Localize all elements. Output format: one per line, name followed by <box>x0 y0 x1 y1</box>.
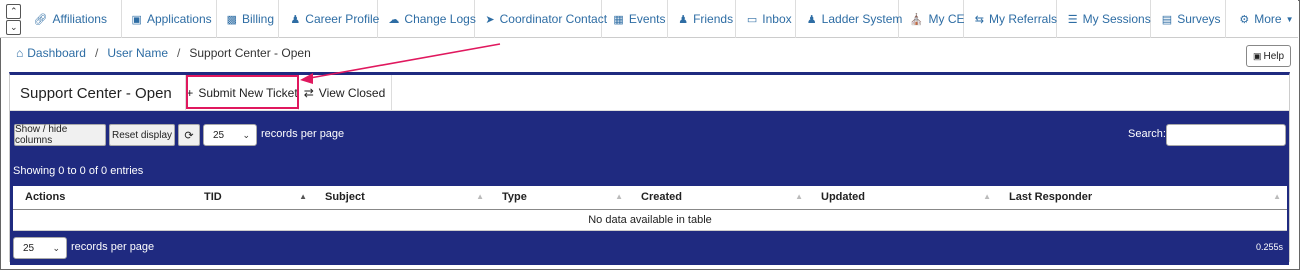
nav-item-coordinator-contact[interactable]: ➤ Coordinator Contact <box>475 0 607 38</box>
sort-icon: ▲ <box>1273 192 1281 201</box>
nav-item-affiliations[interactable]: 🔗︎ Affiliations <box>25 0 122 38</box>
breadcrumb-current: Support Center - Open <box>189 46 311 60</box>
submit-new-ticket-button[interactable]: + Submit New Ticket <box>185 75 299 111</box>
table-container: Show / hide columns Reset display ⟳ 25 ⌄… <box>10 111 1289 265</box>
nav-item-inbox[interactable]: ▭ Inbox <box>736 0 796 38</box>
sort-icon: ▲ <box>983 192 991 201</box>
inbox-icon: ▭ <box>746 13 758 26</box>
reset-display-button[interactable]: Reset display <box>109 124 175 146</box>
help-button[interactable]: ▣ Help <box>1246 45 1291 67</box>
page-size-select[interactable]: 25 ⌄ <box>203 124 257 146</box>
briefcase-icon: ▣ <box>1252 50 1262 61</box>
sort-icon: ▲︎ <box>476 192 484 201</box>
table-header-row: Actions TID ▲ Subject ▲︎ Type ▲ Created ▲ Up… <box>13 186 1287 210</box>
breadcrumb-separator: / <box>94 46 99 60</box>
user-group-icon: ♟ <box>806 13 817 26</box>
cloud-icon: ☁ <box>388 13 400 26</box>
scroll-down-icon[interactable]: ⌄ <box>6 19 22 35</box>
list-icon: ☰ <box>1067 13 1078 26</box>
nav-item-applications[interactable]: ▣ Applications <box>122 0 217 38</box>
entries-info: Showing 0 to 0 of 0 entries <box>13 165 144 177</box>
users-icon: ♟ <box>678 13 689 26</box>
nav-item-my-referrals[interactable]: ⇆ My Referrals <box>964 0 1057 38</box>
search-input[interactable] <box>1166 124 1286 146</box>
shuffle-icon: ⇄ <box>303 86 314 100</box>
user-icon: ♟ <box>290 13 301 26</box>
nav-item-my-sessions[interactable]: ☰ My Sessions <box>1057 0 1151 38</box>
empty-table-message: No data available in table <box>13 209 1287 231</box>
page-size-select-bottom[interactable]: 25 ⌄ <box>13 237 67 259</box>
refresh-button[interactable]: ⟳ <box>178 124 200 146</box>
tickets-table: Actions TID ▲ Subject ▲︎ Type ▲ Created ▲ Up… <box>13 186 1287 231</box>
table-row: No data available in table <box>13 209 1287 231</box>
panel-header: Support Center - Open + Submit New Ticke… <box>10 75 1289 111</box>
chevron-down-icon: ⌄ <box>52 243 60 253</box>
bank-icon: ⛪ <box>909 13 924 26</box>
breadcrumb-separator: / <box>177 46 181 60</box>
gear-icon: ⚙ <box>1239 13 1250 26</box>
nav-item-my-ce[interactable]: ⛪ My CE <box>899 0 965 38</box>
plus-icon: + <box>186 86 194 100</box>
nav-item-ladder-system[interactable]: ♟ Ladder System <box>796 0 902 38</box>
scroll-up-icon[interactable]: ⌃ <box>6 3 22 19</box>
retweet-icon: ⇆ <box>974 13 985 26</box>
chevron-down-icon: ⌄ <box>242 130 250 140</box>
refresh-icon: ⟳ <box>184 129 194 142</box>
column-header-actions: Actions <box>13 186 192 210</box>
support-panel: Support Center - Open + Submit New Ticke… <box>9 72 1290 265</box>
load-time: 0.255s <box>1255 242 1283 252</box>
nav-item-career-profile[interactable]: ♟ Career Profile <box>279 0 379 38</box>
money-icon: ▩ <box>226 13 238 26</box>
page-title: Support Center - Open <box>20 85 172 102</box>
column-header-last-responder[interactable]: Last Responder ▲ <box>997 186 1287 210</box>
list-alt-icon: ▤ <box>1161 13 1173 26</box>
column-header-tid[interactable]: TID ▲ <box>192 186 313 210</box>
column-header-type[interactable]: Type ▲ <box>490 186 629 210</box>
nav-scroll-controls: ⌃ ⌄ <box>3 0 25 38</box>
breadcrumb-user[interactable]: User Name <box>107 46 168 60</box>
column-header-updated[interactable]: Updated ▲ <box>809 186 997 210</box>
caret-down-icon: ▼ <box>1285 14 1294 24</box>
nav-item-surveys[interactable]: ▤ Surveys <box>1151 0 1227 38</box>
breadcrumb: ⌂ Dashboard / User Name / Support Center… <box>16 46 311 60</box>
show-hide-columns-button[interactable]: Show / hide columns <box>14 124 106 146</box>
top-navigation: ⌃ ⌄ 🔗︎ Affiliations ▣ Applications ▩ Bil… <box>0 0 1298 38</box>
column-header-created[interactable]: Created ▲ <box>629 186 809 210</box>
breadcrumb-dashboard[interactable]: Dashboard <box>27 46 86 60</box>
sort-icon: ▲ <box>615 192 623 201</box>
nav-item-billing[interactable]: ▩ Billing <box>217 0 280 38</box>
nav-item-change-logs[interactable]: ☁ Change Logs <box>378 0 476 38</box>
link-icon: 🔗︎ <box>33 13 48 26</box>
calendar-icon: ▦ <box>613 13 624 26</box>
view-closed-button[interactable]: ⇄ View Closed <box>298 75 392 111</box>
id-card-icon: ▣ <box>131 13 142 26</box>
records-per-page-label-bottom: records per page <box>71 241 155 253</box>
home-icon: ⌂ <box>16 46 24 60</box>
paper-plane-icon: ➤ <box>485 13 495 26</box>
nav-item-friends[interactable]: ♟ Friends <box>668 0 736 38</box>
sort-asc-icon: ▲ <box>299 192 307 201</box>
sort-icon: ▲ <box>795 192 803 201</box>
nav-item-more[interactable]: ⚙ More ▼ <box>1226 0 1298 38</box>
search-label: Search: <box>1128 128 1166 140</box>
column-header-subject[interactable]: Subject ▲︎ <box>313 186 490 210</box>
nav-item-events[interactable]: ▦ Events <box>602 0 669 38</box>
records-per-page-label: records per page <box>261 128 345 140</box>
